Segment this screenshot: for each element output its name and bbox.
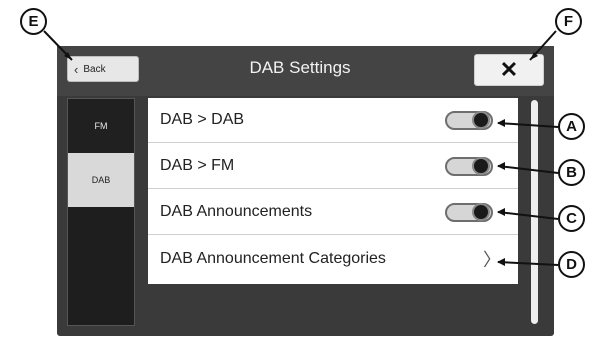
arrowhead-a — [497, 119, 505, 127]
callout-e: E — [20, 8, 47, 35]
arrowhead-d — [497, 258, 505, 266]
callout-d: D — [558, 251, 585, 278]
leader-line-a — [497, 122, 559, 128]
leader-line-b — [497, 165, 559, 174]
callout-b: B — [558, 159, 585, 186]
arrowhead-b — [497, 162, 505, 170]
arrowhead-c — [497, 208, 505, 216]
callout-f: F — [555, 8, 582, 35]
leader-line-c — [497, 211, 559, 220]
callout-c: C — [558, 205, 585, 232]
callout-leader-lines — [43, 30, 559, 266]
callout-a: A — [558, 113, 585, 140]
leader-line-d — [497, 261, 559, 266]
